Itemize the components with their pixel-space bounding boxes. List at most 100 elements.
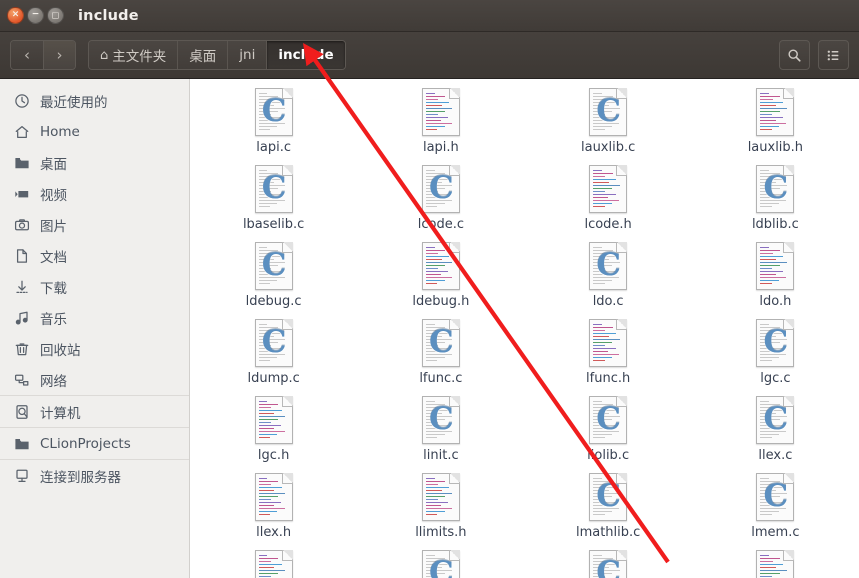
sidebar-item-图片[interactable]: 图片: [0, 209, 189, 240]
file-name-label: lauxlib.c: [580, 140, 636, 155]
file-item[interactable]: Clmathlib.c: [525, 472, 692, 549]
c-header-file-icon: [589, 319, 628, 367]
breadcrumb-label: 主文件夹: [112, 49, 167, 65]
home-icon: [13, 123, 30, 140]
c-source-file-icon: C: [589, 550, 628, 578]
c-header-file-icon: [756, 242, 795, 290]
file-name-label: llex.h: [256, 525, 292, 540]
network-icon: [13, 371, 30, 388]
file-item[interactable]: [190, 549, 357, 578]
file-grid: Clapi.c lapi.h Clauxlib.c lauxlib.h Clbaseli…: [190, 87, 859, 578]
server-connect-icon: [13, 467, 30, 484]
sidebar-item-下载[interactable]: 下载: [0, 271, 189, 302]
close-button[interactable]: ×: [7, 7, 24, 24]
file-item[interactable]: Clfunc.c: [357, 318, 524, 395]
sidebar-item-最近使用的[interactable]: 最近使用的: [0, 85, 189, 116]
sidebar-item-label: 计算机: [40, 405, 81, 422]
file-item[interactable]: Cliolib.c: [525, 395, 692, 472]
camera-icon: [13, 216, 30, 233]
file-item[interactable]: Cldblib.c: [692, 164, 859, 241]
sidebar-item-label: CLionProjects: [40, 435, 131, 452]
file-item[interactable]: Cldo.c: [525, 241, 692, 318]
file-item[interactable]: Clcode.c: [357, 164, 524, 241]
sidebar-item-回收站[interactable]: 回收站: [0, 333, 189, 364]
file-item[interactable]: Clinit.c: [357, 395, 524, 472]
sidebar-item-label: Home: [40, 123, 80, 140]
file-item[interactable]: Cllex.c: [692, 395, 859, 472]
c-header-file-icon: [421, 88, 460, 136]
file-name-label: ldo.c: [592, 294, 624, 309]
file-name-label: ldblib.c: [751, 217, 799, 232]
file-item[interactable]: ldebug.h: [357, 241, 524, 318]
file-item[interactable]: lcode.h: [525, 164, 692, 241]
maximize-icon: □: [51, 10, 60, 19]
sidebar-item-连接到服务器[interactable]: 连接到服务器: [0, 460, 189, 491]
sidebar-item-label: 下载: [40, 280, 67, 297]
search-button[interactable]: [779, 40, 810, 70]
file-item[interactable]: lgc.h: [190, 395, 357, 472]
minimize-button[interactable]: −: [27, 7, 44, 24]
view-toggle-button[interactable]: [818, 40, 849, 70]
sidebar-item-网络[interactable]: 网络: [0, 364, 189, 395]
back-button[interactable]: ‹: [11, 41, 43, 69]
folder-icon: [13, 154, 30, 171]
c-source-file-icon: C: [589, 242, 628, 290]
file-item[interactable]: Clauxlib.c: [525, 87, 692, 164]
file-item[interactable]: Clmem.c: [692, 472, 859, 549]
breadcrumb-item-include[interactable]: include: [267, 41, 345, 69]
file-name-label: ldump.c: [247, 371, 300, 386]
file-item[interactable]: Clbaselib.c: [190, 164, 357, 241]
c-source-file-icon: C: [756, 319, 795, 367]
file-name-label: lfunc.c: [419, 371, 463, 386]
breadcrumb-item-home[interactable]: ⌂ 主文件夹: [89, 41, 179, 69]
sidebar-item-视频[interactable]: 视频: [0, 178, 189, 209]
sidebar-item-home[interactable]: Home: [0, 116, 189, 147]
file-item[interactable]: lfunc.h: [525, 318, 692, 395]
file-item[interactable]: llimits.h: [357, 472, 524, 549]
file-item[interactable]: C: [525, 549, 692, 578]
c-source-file-icon: C: [421, 165, 460, 213]
file-name-label: lgc.c: [760, 371, 791, 386]
sidebar-item-文档[interactable]: 文档: [0, 240, 189, 271]
sidebar-item-label: 图片: [40, 218, 67, 235]
trash-icon: [13, 340, 30, 357]
file-item[interactable]: [692, 549, 859, 578]
list-view-icon: [827, 50, 839, 60]
breadcrumb-item-jni[interactable]: jni: [228, 41, 268, 69]
file-name-label: lmem.c: [751, 525, 800, 540]
file-item[interactable]: llex.h: [190, 472, 357, 549]
breadcrumb-label: jni: [239, 47, 256, 63]
navigation-buttons: ‹ ›: [10, 40, 76, 70]
file-item[interactable]: Cldebug.c: [190, 241, 357, 318]
title-bar: × − □ include: [0, 0, 859, 32]
breadcrumb-item-desktop[interactable]: 桌面: [178, 41, 229, 69]
file-item[interactable]: Clgc.c: [692, 318, 859, 395]
c-header-file-icon: [756, 88, 795, 136]
file-item[interactable]: lapi.h: [357, 87, 524, 164]
search-icon: [788, 48, 801, 62]
breadcrumb-label: include: [278, 47, 334, 63]
chevron-right-icon: ›: [56, 46, 63, 64]
sidebar-item-计算机[interactable]: 计算机: [0, 396, 189, 427]
file-item[interactable]: Clapi.c: [190, 87, 357, 164]
file-item[interactable]: ldo.h: [692, 241, 859, 318]
file-item[interactable]: Cldump.c: [190, 318, 357, 395]
c-header-file-icon: [421, 242, 460, 290]
sidebar-item-label: 最近使用的: [40, 94, 108, 111]
video-icon: [13, 185, 30, 202]
document-icon: [13, 247, 30, 264]
c-header-file-icon: [254, 550, 293, 578]
sidebar-group: 最近使用的 Home 桌面 视频图片文档下载音乐 回收站 网络: [0, 85, 189, 395]
file-item[interactable]: C: [357, 549, 524, 578]
sidebar-item-音乐[interactable]: 音乐: [0, 302, 189, 333]
forward-button[interactable]: ›: [43, 41, 75, 69]
folder-icon: [13, 435, 30, 452]
c-source-file-icon: C: [421, 396, 460, 444]
maximize-button[interactable]: □: [47, 7, 64, 24]
sidebar-item-clionprojects[interactable]: CLionProjects: [0, 428, 189, 459]
toolbar-right-actions: [779, 40, 849, 70]
file-area[interactable]: Clapi.c lapi.h Clauxlib.c lauxlib.h Clbaseli…: [190, 79, 859, 578]
file-item[interactable]: lauxlib.h: [692, 87, 859, 164]
sidebar-item-桌面[interactable]: 桌面: [0, 147, 189, 178]
c-header-file-icon: [421, 473, 460, 521]
